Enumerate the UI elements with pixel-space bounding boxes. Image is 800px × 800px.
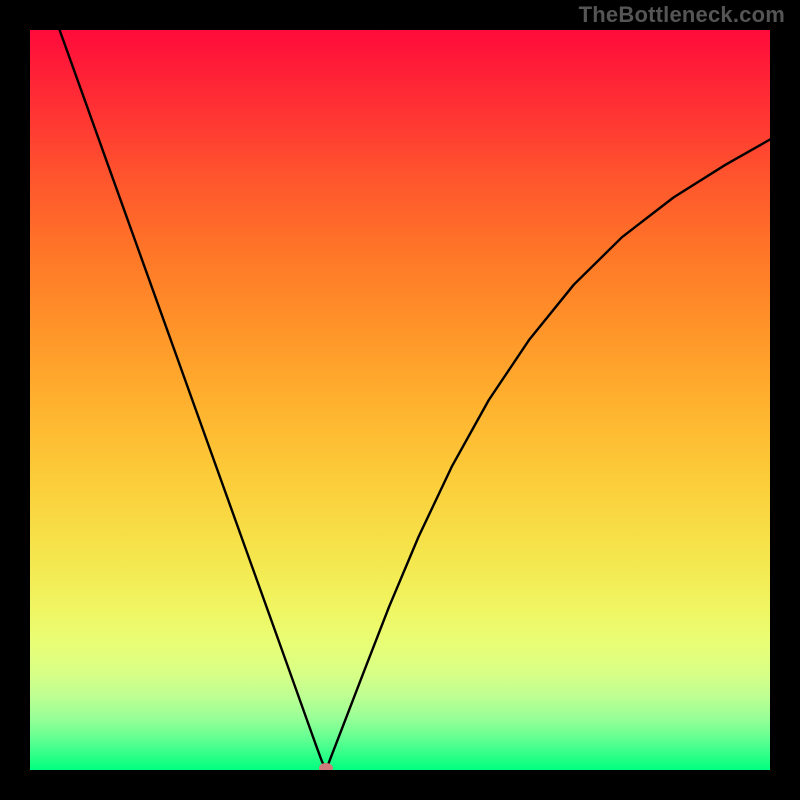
watermark-text: TheBottleneck.com [579, 2, 785, 28]
minimum-point-marker [319, 763, 333, 770]
curve-layer [30, 30, 770, 770]
chart-frame: TheBottleneck.com [0, 0, 800, 800]
plot-area [30, 30, 770, 770]
bottleneck-curve [60, 30, 770, 770]
